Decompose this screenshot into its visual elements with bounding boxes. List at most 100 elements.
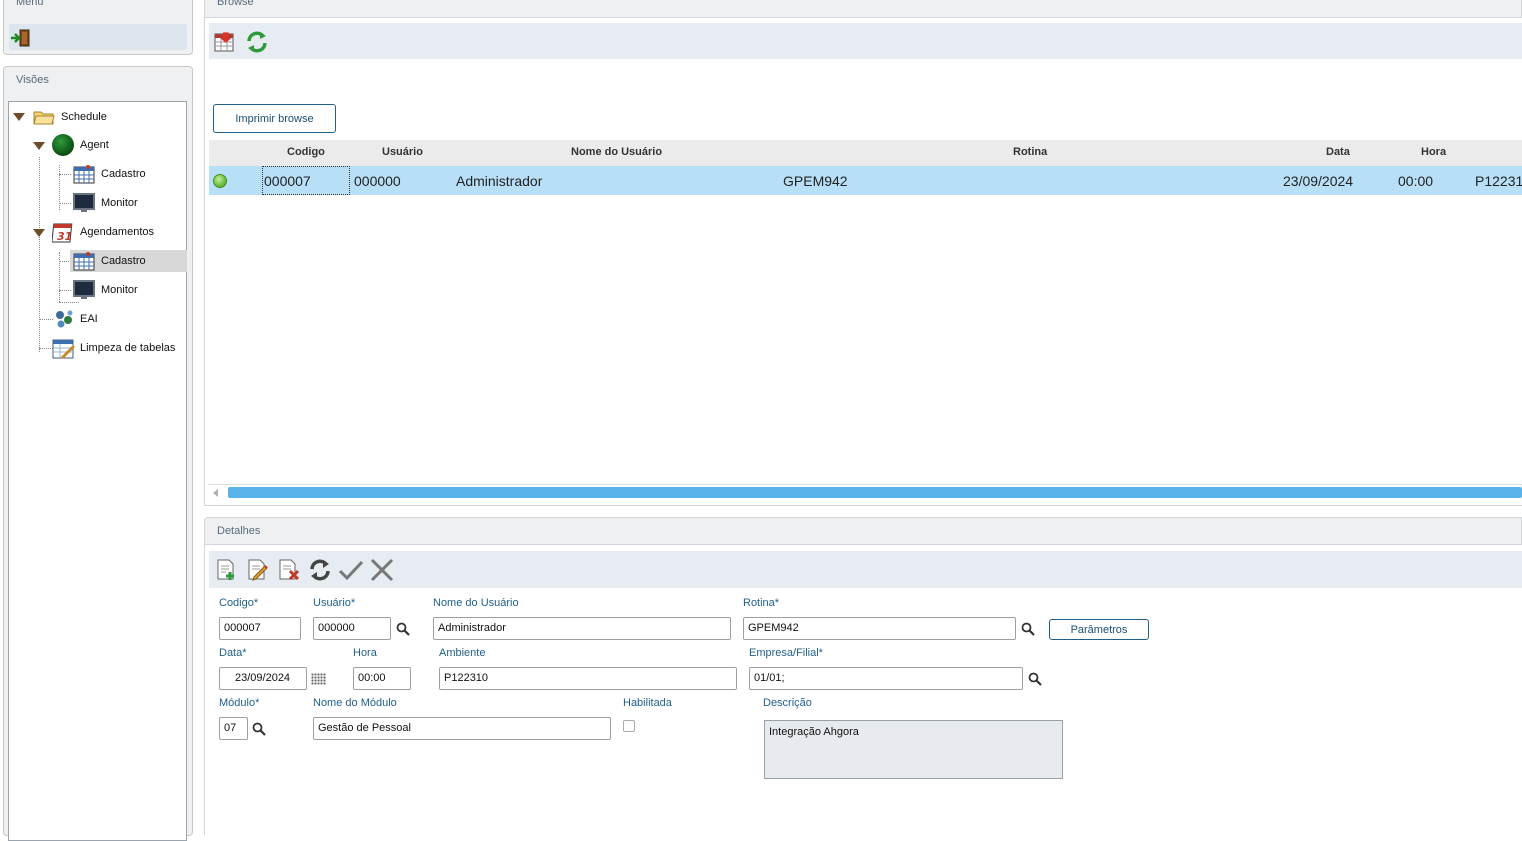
data-field[interactable]: 23/09/2024 (219, 667, 307, 690)
tree-label: Agendamentos (80, 226, 154, 238)
calendar-grid-icon (73, 164, 95, 184)
cell-ambiente[interactable]: P12231 (1475, 173, 1522, 189)
grid-header: Codigo Usuário Nome do Usuário Rotina Da… (209, 140, 1522, 166)
habilitada-label: Habilitada (623, 697, 672, 709)
empresa-label: Empresa/Filial* (749, 647, 823, 659)
ambiente-field[interactable]: P122310 (439, 667, 737, 690)
modulo-label: Módulo* (219, 697, 260, 709)
detalhes-title: Detalhes (217, 525, 261, 537)
column-header[interactable]: Nome do Usuário (571, 146, 662, 158)
tree-item-agent-cadastro[interactable]: Cadastro (73, 163, 146, 185)
tree-label: Monitor (101, 197, 138, 209)
tree-label: EAI (80, 313, 98, 325)
browse-header (204, 0, 1522, 18)
tree-label: Cadastro (101, 168, 146, 180)
cell-usuario[interactable]: 000000 (354, 173, 401, 189)
descricao-label: Descrição (763, 697, 812, 709)
rotina-label: Rotina* (743, 597, 780, 609)
confirm-check-icon[interactable] (338, 558, 364, 582)
menu-title: Menu (16, 0, 44, 8)
column-header[interactable]: Data (1326, 146, 1350, 158)
cell-nome[interactable]: Administrador (456, 173, 542, 189)
cell-codigo[interactable]: 000007 (264, 173, 311, 189)
print-browse-button[interactable]: Imprimir browse (213, 104, 336, 133)
cell-hora[interactable]: 00:00 (1398, 173, 1433, 189)
nome-modulo-label: Nome do Módulo (313, 697, 397, 709)
column-header[interactable]: Hora (1421, 146, 1446, 158)
tree-item-agendamentos[interactable]: 31 Agendamentos (51, 221, 154, 243)
tree-item-limpeza[interactable]: Limpeza de tabelas (52, 337, 176, 360)
tree-label: Schedule (61, 111, 107, 123)
column-header[interactable]: Rotina (1013, 146, 1047, 158)
tree-item-agent-monitor[interactable]: Monitor (73, 192, 138, 214)
folder-icon (33, 109, 55, 125)
tree-label: Agent (80, 139, 109, 151)
detalhes-toolbar (209, 551, 1522, 588)
search-icon[interactable] (252, 722, 266, 736)
empresa-field[interactable]: 01/01; (749, 667, 1023, 690)
tree-item-agendamentos-monitor[interactable]: Monitor (73, 279, 138, 301)
usuario-label: Usuário* (313, 597, 356, 609)
hora-field[interactable]: 00:00 (353, 667, 411, 690)
detalhes-panel (204, 545, 1522, 835)
table-row[interactable]: 000007 000000 Administrador GPEM942 23/0… (209, 166, 1522, 195)
radar-globe-icon (52, 134, 74, 156)
status-green-icon (213, 174, 227, 188)
tree-label: Monitor (101, 284, 138, 296)
cancel-x-icon[interactable] (370, 558, 394, 582)
cell-rotina[interactable]: GPEM942 (783, 173, 848, 189)
tree-item-schedule[interactable]: Schedule (33, 106, 107, 128)
export-table-icon[interactable] (213, 30, 237, 54)
clean-table-icon (52, 338, 76, 360)
nome-usuario-label: Nome do Usuário (433, 597, 519, 609)
nome-modulo-field[interactable]: Gestão de Pessoal (313, 717, 611, 740)
calendar-31-icon: 31 (51, 222, 74, 243)
modulo-field[interactable]: 07 (219, 717, 248, 740)
descricao-field[interactable]: Integração Ahgora (764, 720, 1063, 779)
search-icon[interactable] (1028, 672, 1042, 686)
tree-view: Schedule Agent Cadastro Monitor 31 Agend… (8, 101, 187, 841)
calendar-grid-icon (73, 251, 95, 271)
tree-item-agendamentos-cadastro[interactable]: Cadastro (70, 250, 187, 272)
nome-usuario-field[interactable]: Administrador (433, 617, 731, 640)
cell-data[interactable]: 23/09/2024 (1283, 173, 1353, 189)
collapse-agent-icon[interactable] (33, 142, 45, 150)
column-header[interactable]: Codigo (287, 146, 325, 158)
hora-label: Hora (353, 647, 377, 659)
tree-item-eai[interactable]: EAI (52, 308, 98, 330)
tree-label: Cadastro (101, 255, 146, 267)
monitor-icon (73, 280, 95, 300)
calendar-picker-icon[interactable] (311, 673, 326, 685)
ambiente-label: Ambiente (439, 647, 486, 659)
tree-label: Limpeza de tabelas (80, 342, 176, 354)
tree-item-agent[interactable]: Agent (52, 134, 109, 156)
exit-door-icon[interactable] (10, 28, 32, 48)
column-header[interactable]: Usuário (382, 146, 423, 158)
visoes-title: Visões (16, 74, 49, 86)
data-label: Data* (219, 647, 247, 659)
svg-text:31: 31 (57, 230, 72, 243)
codigo-field[interactable]: 000007 (219, 617, 301, 640)
edit-record-icon[interactable] (246, 558, 270, 582)
collapse-schedule-icon[interactable] (13, 113, 25, 121)
browse-toolbar (209, 23, 1522, 59)
detalhes-header (204, 517, 1522, 545)
rotina-field[interactable]: GPEM942 (743, 617, 1016, 640)
browse-title: Browse (217, 0, 254, 8)
collapse-agendamentos-icon[interactable] (33, 229, 45, 237)
reload-icon[interactable] (307, 557, 331, 581)
usuario-field[interactable]: 000000 (313, 617, 391, 640)
parametros-button[interactable]: Parâmetros (1049, 619, 1149, 640)
delete-record-icon[interactable] (277, 558, 301, 582)
search-icon[interactable] (396, 622, 410, 636)
puzzle-network-icon (52, 309, 74, 329)
monitor-icon (73, 193, 95, 213)
codigo-label: Codigo* (219, 597, 259, 609)
search-icon[interactable] (1021, 622, 1035, 636)
scroll-left-icon[interactable] (213, 489, 218, 497)
new-record-icon[interactable] (215, 558, 239, 582)
refresh-icon[interactable] (245, 30, 269, 54)
habilitada-checkbox[interactable] (623, 720, 635, 732)
browse-panel (204, 18, 1522, 506)
scrollbar-thumb[interactable] (228, 487, 1522, 498)
